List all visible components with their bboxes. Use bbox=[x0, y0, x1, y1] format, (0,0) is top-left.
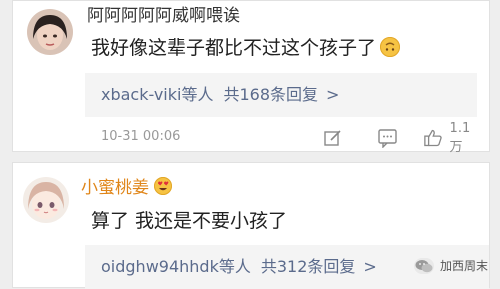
username-text: 小蜜桃姜 bbox=[81, 178, 149, 198]
timestamp: 10-31 00:06 bbox=[101, 129, 181, 144]
chevron-right-icon: > bbox=[326, 85, 340, 104]
edit-button[interactable] bbox=[323, 125, 343, 151]
like-button[interactable]: 1.1万 bbox=[423, 121, 481, 155]
avatar[interactable] bbox=[27, 9, 73, 55]
comment-button[interactable] bbox=[377, 125, 399, 151]
comment-card: 阿阿阿阿阿威啊喂诶 我好像这辈子都比不过这个孩子了 xback-viki等人 共1… bbox=[12, 0, 490, 155]
watermark-text: 加西周末 bbox=[439, 259, 488, 273]
like-count: 1.1万 bbox=[449, 121, 471, 155]
comment-footer: 10-31 00:06 1.1万 bbox=[85, 121, 481, 155]
comment-icon bbox=[378, 129, 397, 148]
avatar[interactable] bbox=[23, 177, 69, 223]
upside-down-face-emoji bbox=[380, 37, 401, 57]
replies-count: 共312条回复 bbox=[260, 257, 356, 276]
replies-users: oidghw94hhdk等人 bbox=[101, 257, 251, 276]
watermark: 加西周末 bbox=[413, 257, 488, 274]
comment-text: 我好像这辈子都比不过这个孩子了 bbox=[91, 36, 401, 60]
like-icon bbox=[424, 129, 442, 147]
edit-icon bbox=[324, 130, 341, 146]
heart-eyes-emoji bbox=[154, 177, 172, 195]
comment-text-body: 我好像这辈子都比不过这个孩子了 bbox=[91, 37, 377, 59]
replies-count: 共168条回复 bbox=[223, 85, 319, 104]
chevron-right-icon: > bbox=[363, 257, 377, 276]
username[interactable]: 小蜜桃姜 bbox=[81, 177, 172, 198]
wechat-logo-icon bbox=[413, 257, 434, 274]
replies-users: xback-viki等人 bbox=[101, 85, 214, 104]
comment-text: 算了 我还是不要小孩了 bbox=[91, 210, 288, 232]
replies-preview[interactable]: xback-viki等人 共168条回复 > bbox=[85, 73, 477, 117]
username[interactable]: 阿阿阿阿阿威啊喂诶 bbox=[87, 6, 240, 26]
